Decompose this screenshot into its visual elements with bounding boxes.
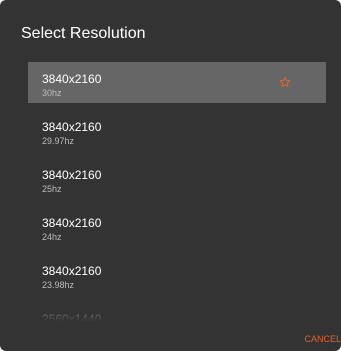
refresh-rate-label: 30hz bbox=[42, 88, 62, 98]
resolution-option[interactable]: 3840x2160 25hz bbox=[28, 158, 341, 199]
resolution-option[interactable]: 3840x2160 23.98hz bbox=[28, 254, 341, 295]
star-icon bbox=[279, 76, 291, 87]
resolution-list[interactable]: 3840x2160 30hz 3840x2160 29.97hz 3840x21… bbox=[28, 62, 341, 332]
resolution-label: 3840x2160 bbox=[42, 216, 102, 230]
resolution-label: 3840x2160 bbox=[42, 264, 102, 278]
dialog-title: Select Resolution bbox=[21, 25, 146, 42]
resolution-option-selected[interactable]: 3840x2160 30hz bbox=[28, 62, 326, 103]
resolution-label: 3840x2160 bbox=[42, 168, 102, 182]
resolution-option[interactable]: 3840x2160 29.97hz bbox=[28, 110, 341, 151]
resolution-option[interactable]: 3840x2160 24hz bbox=[28, 206, 341, 247]
refresh-rate-label: 24hz bbox=[42, 232, 62, 242]
refresh-rate-label: 29.97hz bbox=[42, 136, 75, 146]
refresh-rate-label: 23.98hz bbox=[42, 280, 75, 290]
resolution-label: 3840x2160 bbox=[42, 72, 102, 86]
refresh-rate-label: 25hz bbox=[42, 184, 62, 194]
resolution-label: 3840x2160 bbox=[42, 120, 102, 134]
resolution-option[interactable]: 2560x1440 bbox=[28, 302, 341, 332]
cancel-button[interactable]: CANCEL bbox=[304, 334, 341, 344]
resolution-label: 2560x1440 bbox=[42, 312, 102, 326]
resolution-dialog: Select Resolution 3840x2160 30hz 3840x21… bbox=[0, 0, 341, 351]
